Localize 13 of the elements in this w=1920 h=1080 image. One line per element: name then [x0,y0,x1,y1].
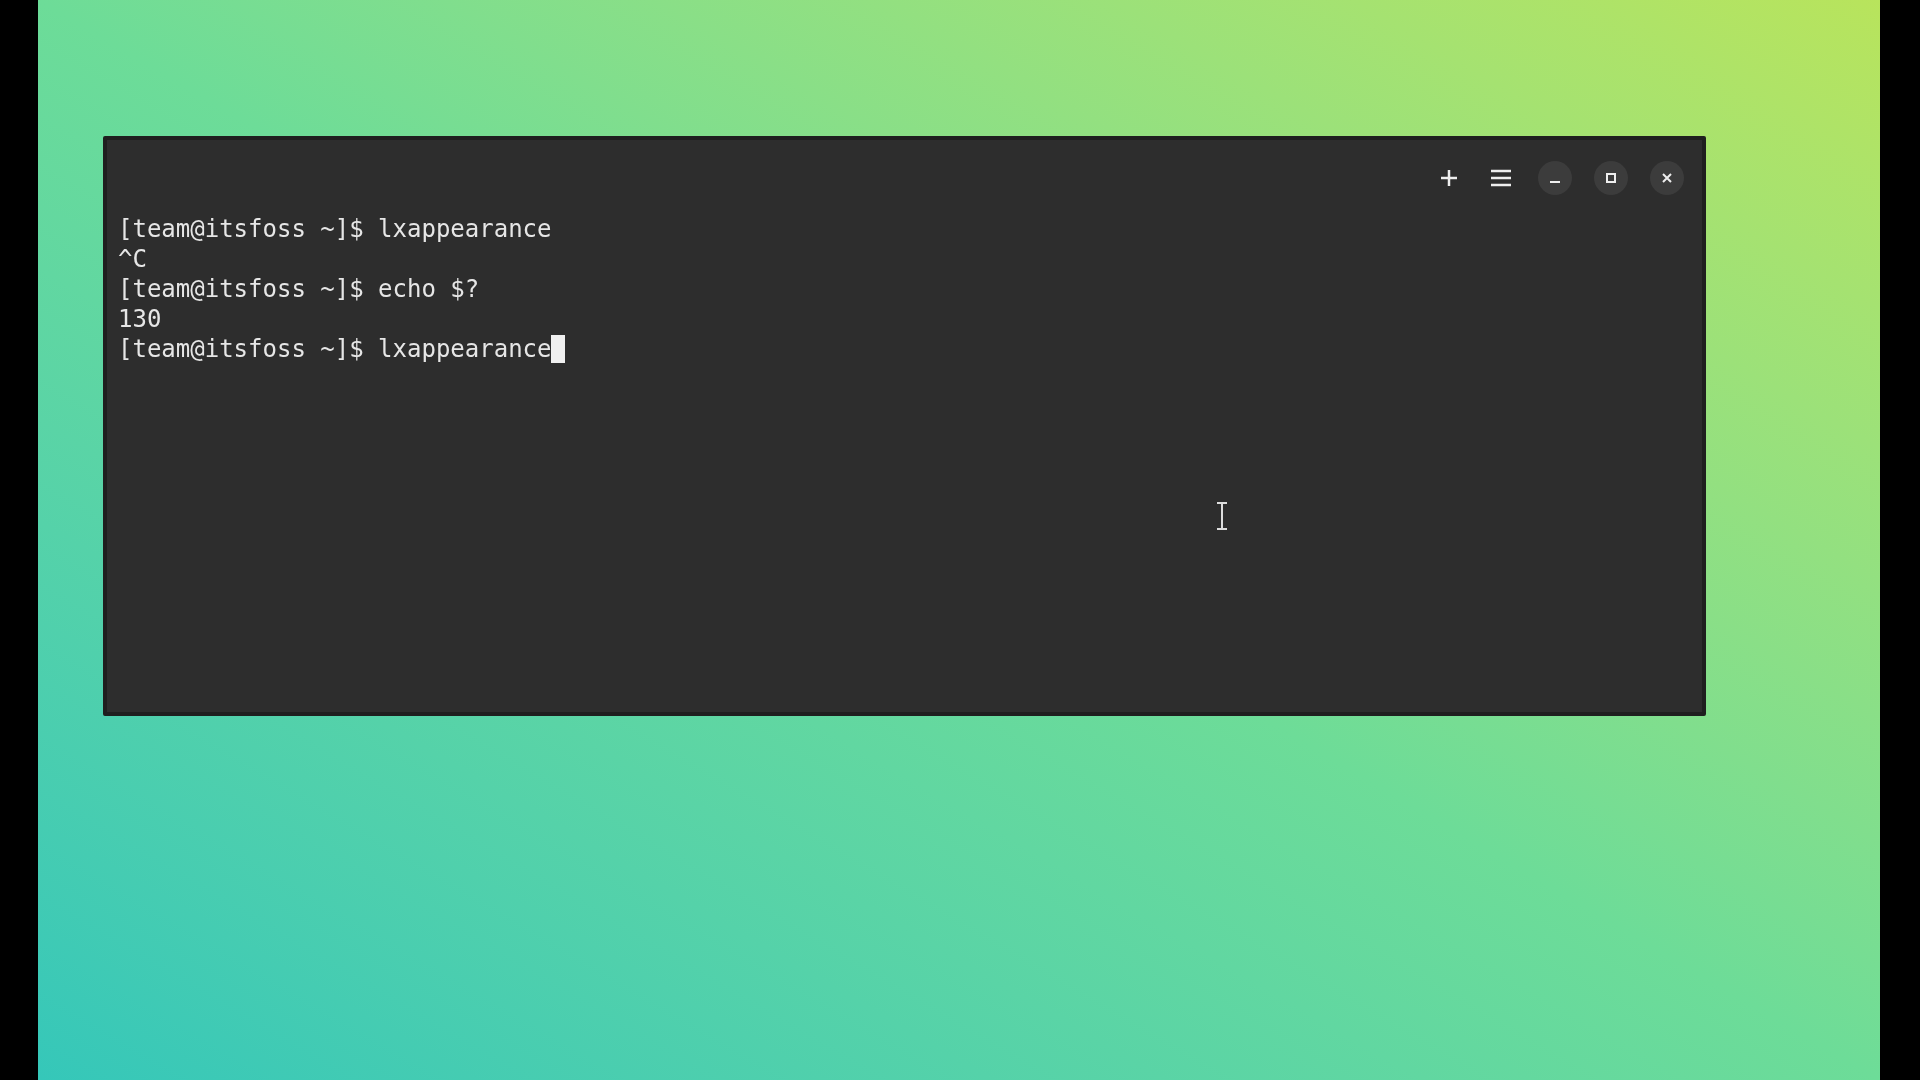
terminal-line: [team@itsfoss ~]$ lxappearance [118,334,552,364]
text-cursor-icon [1216,502,1228,530]
maximize-button[interactable] [1594,161,1628,195]
terminal-line: ^C [118,244,147,274]
close-button[interactable] [1650,161,1684,195]
terminal-line: [team@itsfoss ~]$ echo $? [118,274,480,304]
maximize-icon [1605,172,1617,184]
terminal-line: [team@itsfoss ~]$ lxappearance [118,214,552,244]
close-icon [1661,172,1673,184]
menu-icon [1491,169,1511,187]
plus-icon [1439,168,1459,188]
minimize-icon [1549,181,1561,183]
terminal-line: 130 [118,304,162,334]
